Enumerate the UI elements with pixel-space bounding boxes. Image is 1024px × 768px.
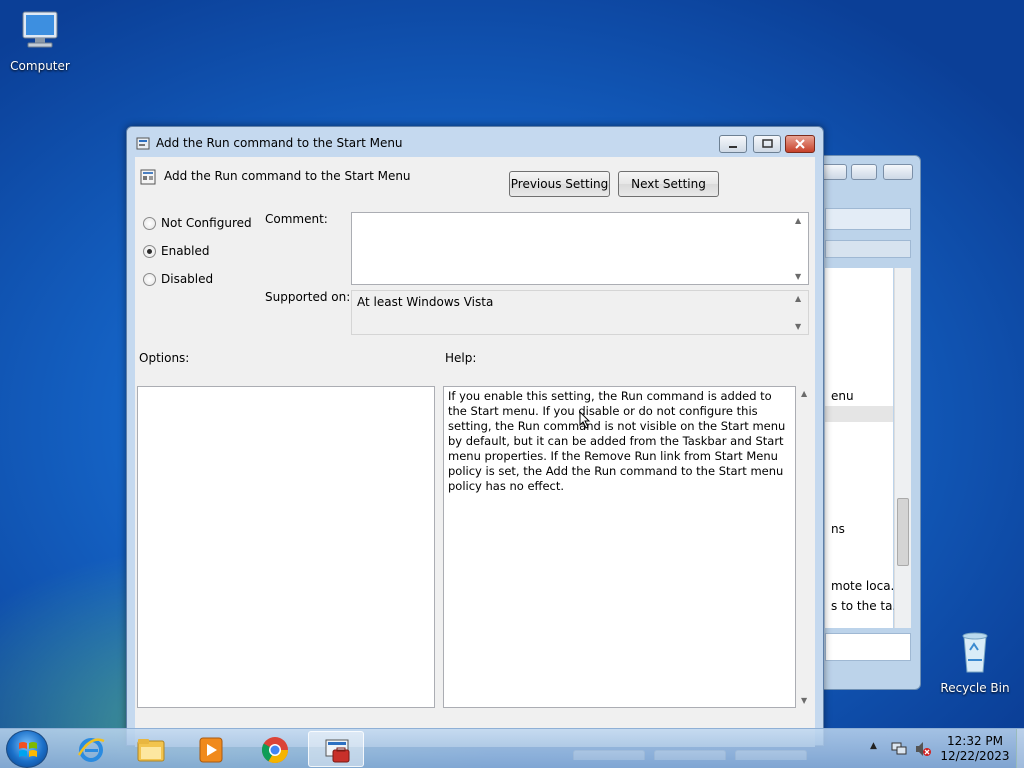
show-hidden-icons-icon[interactable]: ▲ xyxy=(870,741,877,751)
internet-explorer-icon xyxy=(77,738,105,762)
back-header xyxy=(825,240,911,258)
back-status xyxy=(825,633,911,661)
setting-icon xyxy=(140,169,156,185)
back-list-item[interactable]: mote loca... xyxy=(831,579,897,593)
chrome-icon xyxy=(261,737,289,764)
back-scrollbar[interactable] xyxy=(894,268,911,628)
radio-label: Disabled xyxy=(161,272,214,286)
folder-icon xyxy=(137,739,165,762)
radio-disabled[interactable]: Disabled xyxy=(143,272,213,286)
setting-name: Add the Run command to the Start Menu xyxy=(164,169,411,183)
network-icon[interactable] xyxy=(890,740,908,758)
comment-scrollbar[interactable]: ▲ ▼ xyxy=(791,213,808,284)
computer-desktop-icon[interactable]: Computer xyxy=(0,8,80,73)
radio-label: Enabled xyxy=(161,244,210,258)
computer-icon xyxy=(22,11,58,48)
scroll-down-icon[interactable]: ▼ xyxy=(795,322,801,331)
help-scrollbar[interactable]: ▲ ▼ xyxy=(797,386,814,708)
close-button[interactable] xyxy=(785,135,815,153)
minimize-icon xyxy=(729,146,737,148)
back-selected-row xyxy=(825,406,893,422)
back-minimize-button[interactable] xyxy=(821,164,847,180)
scroll-up-icon[interactable]: ▲ xyxy=(801,389,807,398)
help-label: Help: xyxy=(445,351,477,365)
radio-button[interactable] xyxy=(143,272,156,286)
show-desktop-button[interactable] xyxy=(1016,729,1024,768)
cursor-icon xyxy=(579,411,591,429)
supported-on-box: At least Windows Vista ▲ ▼ xyxy=(351,290,809,335)
back-list-item[interactable]: enu xyxy=(831,389,897,403)
recycle-bin-icon xyxy=(962,632,988,673)
maximize-button[interactable] xyxy=(753,135,781,153)
previous-setting-button[interactable]: Previous Setting xyxy=(509,171,610,197)
system-clock[interactable]: 12:32 PM 12/22/2023 xyxy=(935,734,1015,764)
policy-icon xyxy=(136,137,150,150)
taskbar-windows-explorer[interactable] xyxy=(122,731,178,767)
taskbar-media-player[interactable] xyxy=(182,731,238,767)
help-text: If you enable this setting, the Run comm… xyxy=(448,389,786,493)
group-policy-icon xyxy=(325,739,350,763)
back-list-item[interactable]: ns xyxy=(831,522,897,536)
dialog-titlebar[interactable]: Add the Run command to the Start Menu xyxy=(127,127,823,157)
clock-date: 12/22/2023 xyxy=(940,749,1010,763)
taskbar: ▲ 12:32 PM 12/22/2023 xyxy=(0,728,1024,768)
dialog-content: Add the Run command to the Start Menu Pr… xyxy=(135,157,815,760)
radio-button[interactable] xyxy=(143,244,156,258)
windows-logo-icon xyxy=(19,742,37,757)
minimize-button[interactable] xyxy=(719,135,747,153)
scroll-down-icon[interactable]: ▼ xyxy=(801,696,807,705)
scroll-up-icon[interactable]: ▲ xyxy=(795,294,801,303)
back-close-button[interactable] xyxy=(883,164,913,180)
supported-on-label: Supported on: xyxy=(265,290,351,304)
options-panel xyxy=(137,386,435,708)
supported-scrollbar[interactable]: ▲ ▼ xyxy=(791,291,808,334)
radio-not-configured[interactable]: Not Configured xyxy=(143,216,252,230)
dialog-title: Add the Run command to the Start Menu xyxy=(156,136,403,150)
media-player-icon xyxy=(199,737,223,763)
taskbar-chrome[interactable] xyxy=(246,731,302,767)
clock-time: 12:32 PM xyxy=(947,734,1003,748)
recycle-bin-desktop-icon[interactable]: Recycle Bin xyxy=(935,630,1015,695)
maximize-icon xyxy=(762,139,773,148)
close-icon xyxy=(795,139,805,149)
recycle-bin-label: Recycle Bin xyxy=(940,681,1010,695)
policy-setting-dialog[interactable]: Add the Run command to the Start Menu Ad… xyxy=(126,126,824,760)
scroll-down-icon[interactable]: ▼ xyxy=(795,272,801,281)
comment-textbox[interactable]: ▲ ▼ xyxy=(351,212,809,285)
taskbar-group-policy-editor[interactable] xyxy=(308,731,364,767)
radio-label: Not Configured xyxy=(161,216,252,230)
back-maximize-button[interactable] xyxy=(851,164,877,180)
start-button[interactable] xyxy=(6,730,48,768)
taskbar-internet-explorer[interactable] xyxy=(62,731,118,767)
radio-enabled[interactable]: Enabled xyxy=(143,244,210,258)
back-list-item[interactable]: s to the ta... xyxy=(831,599,897,613)
background-window[interactable]: enu ns mote loca... s to the ta... xyxy=(818,155,921,690)
help-panel: If you enable this setting, the Run comm… xyxy=(443,386,796,708)
options-label: Options: xyxy=(139,351,190,365)
scroll-up-icon[interactable]: ▲ xyxy=(795,216,801,225)
back-scroll-thumb[interactable] xyxy=(897,498,909,566)
radio-button[interactable] xyxy=(143,216,156,230)
next-setting-button[interactable]: Next Setting xyxy=(618,171,719,197)
volume-muted-icon[interactable] xyxy=(914,740,932,758)
back-list: enu ns mote loca... s to the ta... xyxy=(825,268,897,628)
comment-label: Comment: xyxy=(265,212,328,226)
back-toolbar xyxy=(825,208,911,230)
computer-label: Computer xyxy=(10,59,70,73)
supported-on-value: At least Windows Vista xyxy=(357,295,494,309)
